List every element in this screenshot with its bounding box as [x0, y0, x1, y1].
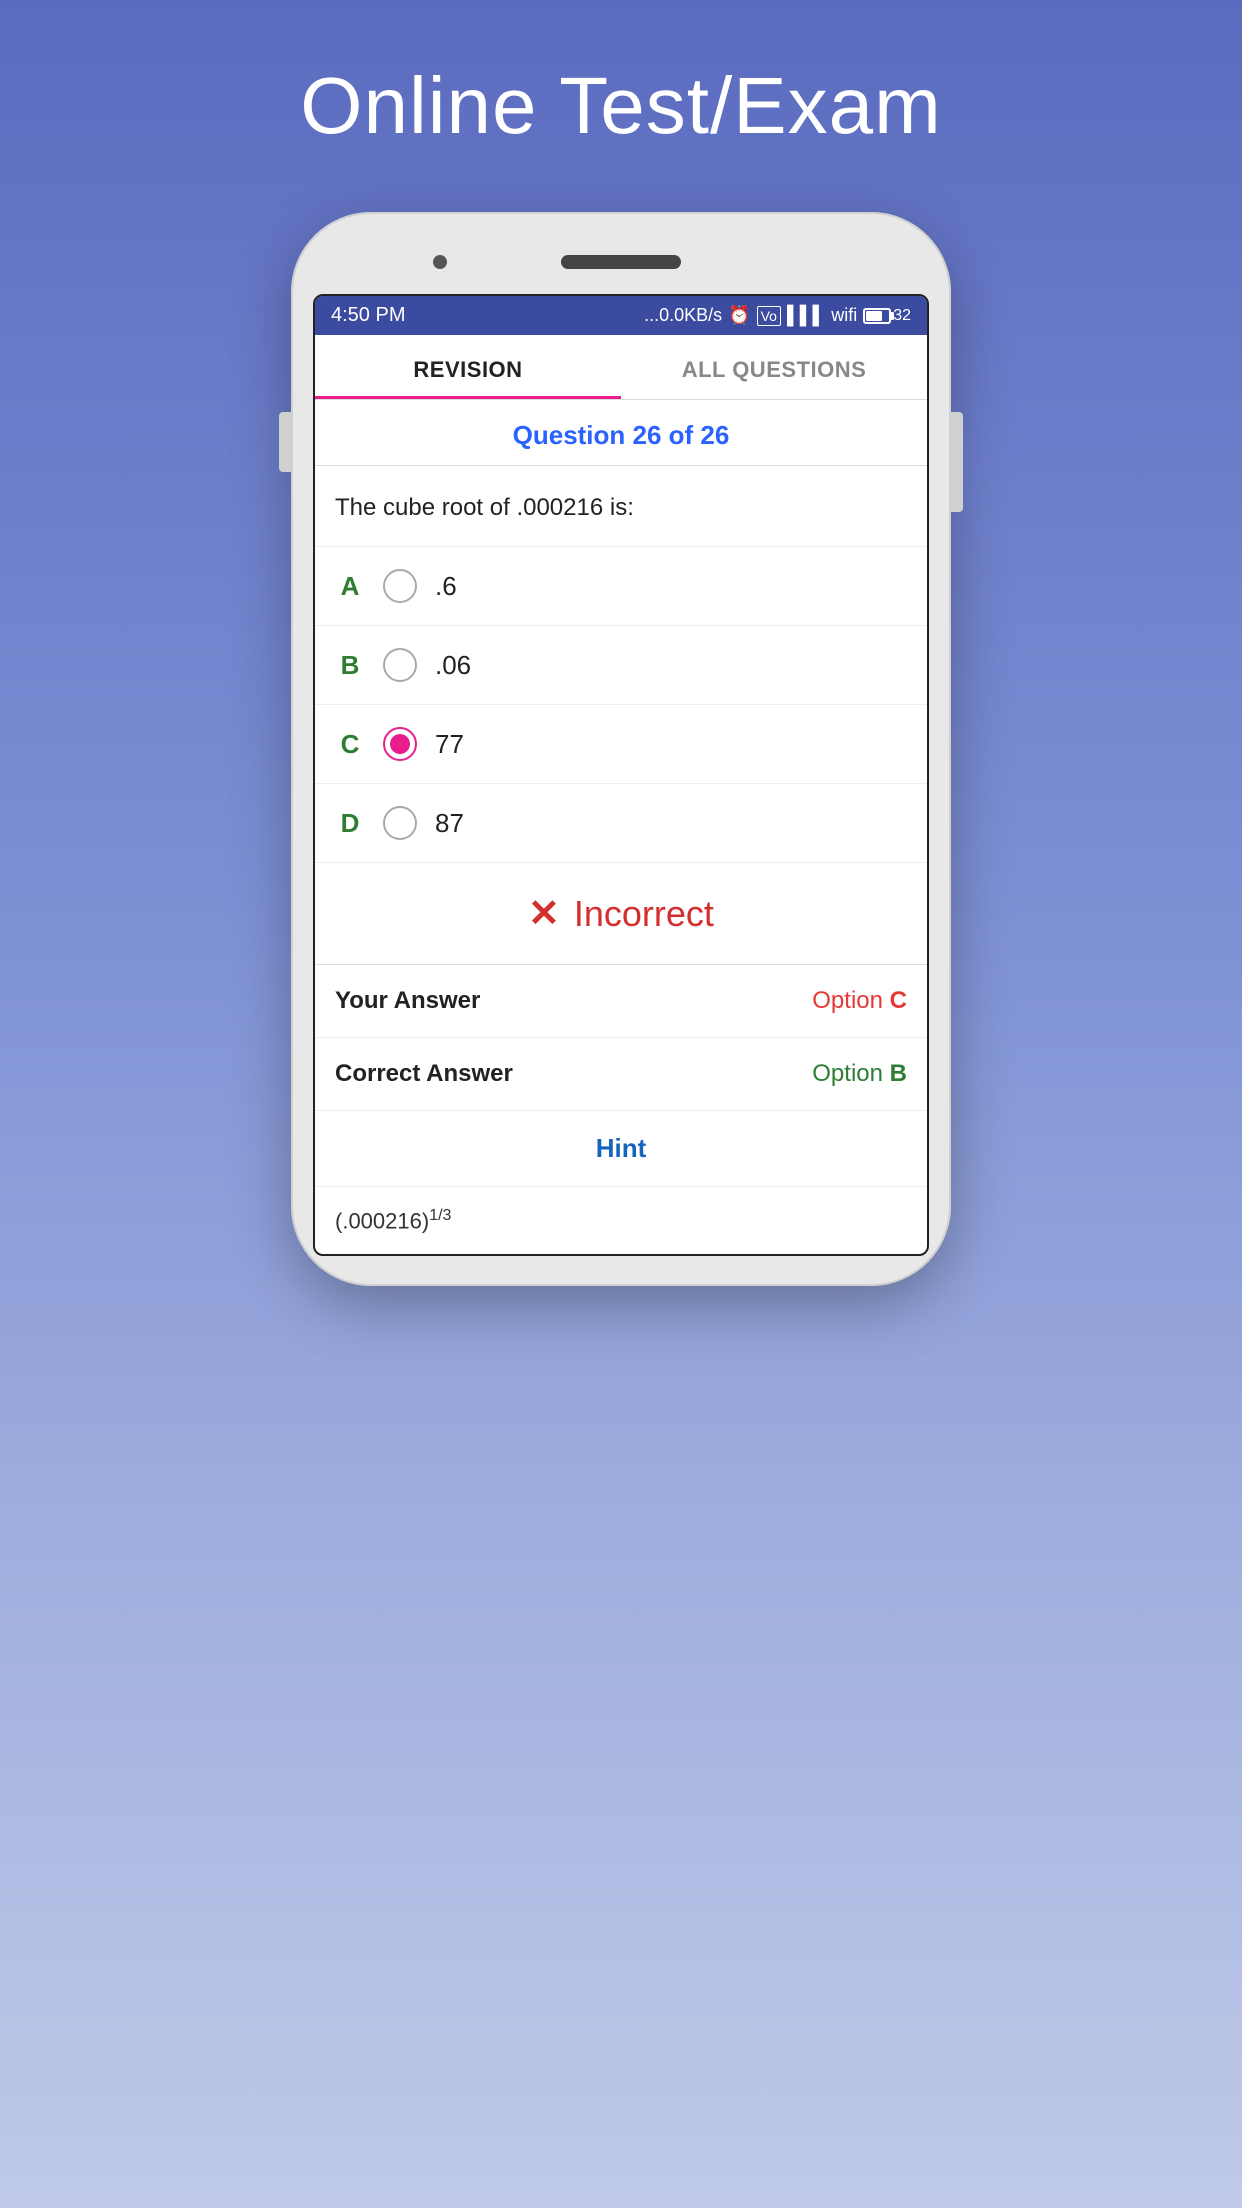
status-right: ...0.0KB/s ⏰ Vo ▌▌▌ wifi 32 — [644, 305, 911, 326]
phone-top — [313, 242, 929, 282]
battery-icon — [863, 308, 891, 324]
option-row-d[interactable]: D 87 — [315, 784, 927, 863]
option-text-c: 77 — [435, 729, 464, 760]
option-row-a[interactable]: A .6 — [315, 547, 927, 626]
your-answer-label: Your Answer — [335, 987, 480, 1015]
hint-row[interactable]: Hint — [315, 1111, 927, 1187]
tab-bar: REVISION ALL QUESTIONS — [315, 335, 927, 400]
option-text-d: 87 — [435, 808, 464, 839]
speaker-icon — [561, 255, 681, 269]
option-letter-a: A — [335, 571, 365, 602]
option-row-c[interactable]: C 77 — [315, 705, 927, 784]
radio-a[interactable] — [383, 569, 417, 603]
radio-c-inner — [390, 734, 410, 754]
option-letter-b: B — [335, 650, 365, 681]
hint-label[interactable]: Hint — [596, 1133, 647, 1163]
hint-content: (.000216)1/3 — [315, 1187, 927, 1254]
radio-c[interactable] — [383, 727, 417, 761]
option-letter-c: C — [335, 729, 365, 760]
phone-frame: 4:50 PM ...0.0KB/s ⏰ Vo ▌▌▌ wifi 32 REVI… — [291, 212, 951, 1286]
vo-icon: Vo — [757, 306, 781, 326]
radio-d[interactable] — [383, 806, 417, 840]
app-title: Online Test/Exam — [300, 60, 941, 152]
radio-b[interactable] — [383, 648, 417, 682]
tab-all-questions[interactable]: ALL QUESTIONS — [621, 335, 927, 399]
question-header: Question 26 of 26 — [315, 400, 927, 466]
result-banner: ✕ Incorrect — [315, 863, 927, 965]
your-answer-row: Your Answer Option C — [315, 965, 927, 1038]
result-text: Incorrect — [574, 893, 714, 935]
status-time: 4:50 PM — [331, 304, 405, 327]
correct-answer-label: Correct Answer — [335, 1060, 513, 1088]
alarm-icon: ⏰ — [728, 305, 750, 326]
correct-answer-value: Option B — [812, 1060, 907, 1088]
correct-answer-row: Correct Answer Option B — [315, 1038, 927, 1111]
question-number: Question 26 of 26 — [513, 420, 730, 450]
wifi-icon: wifi — [831, 305, 857, 326]
option-text-a: .6 — [435, 571, 457, 602]
option-text-b: .06 — [435, 650, 471, 681]
hint-superscript: 1/3 — [429, 1207, 451, 1224]
signal-icon: ▌▌▌ — [787, 305, 825, 326]
question-text: The cube root of .000216 is: — [315, 466, 927, 547]
network-speed: ...0.0KB/s — [644, 305, 722, 326]
option-row-b[interactable]: B .06 — [315, 626, 927, 705]
phone-screen: 4:50 PM ...0.0KB/s ⏰ Vo ▌▌▌ wifi 32 REVI… — [313, 294, 929, 1256]
camera-icon — [433, 255, 447, 269]
battery-indicator: 32 — [863, 307, 911, 325]
option-letter-d: D — [335, 808, 365, 839]
status-bar: 4:50 PM ...0.0KB/s ⏰ Vo ▌▌▌ wifi 32 — [315, 296, 927, 335]
tab-revision[interactable]: REVISION — [315, 335, 621, 399]
options-container: A .6 B .06 C 77 D 87 — [315, 547, 927, 863]
incorrect-x-icon: ✕ — [528, 891, 560, 936]
your-answer-value: Option C — [812, 987, 907, 1015]
